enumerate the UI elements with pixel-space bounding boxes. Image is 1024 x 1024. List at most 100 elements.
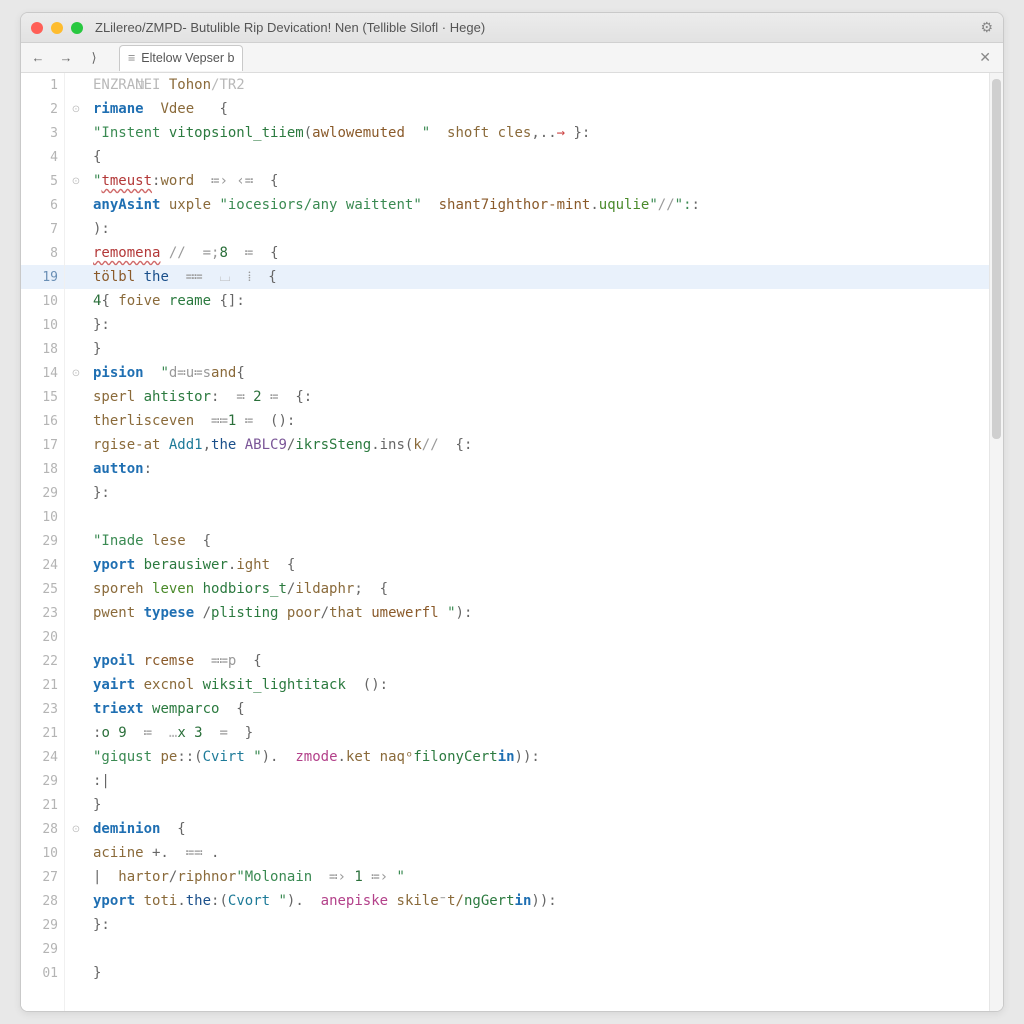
- vertical-scrollbar[interactable]: [989, 73, 1003, 1011]
- line-number: 10: [21, 841, 64, 865]
- code-line[interactable]: {: [87, 145, 989, 169]
- fold-gutter-cell: [65, 193, 87, 217]
- nav-more-button[interactable]: ⟩: [85, 50, 103, 66]
- fold-gutter-cell: [65, 481, 87, 505]
- line-number: 23: [21, 697, 64, 721]
- code-line[interactable]: yport toti.the:(Cvort "). anepiske skile…: [87, 889, 989, 913]
- fold-gutter-cell: [65, 937, 87, 961]
- code-line[interactable]: pwent typese /plisting poor/that umewerf…: [87, 601, 989, 625]
- code-line[interactable]: }: [87, 337, 989, 361]
- code-line[interactable]: "giqust pe::(Cvirt "). zmode.ket naqᵒfil…: [87, 745, 989, 769]
- nav-back-button[interactable]: ←: [29, 50, 47, 65]
- line-number: 3: [21, 121, 64, 145]
- line-number: 24: [21, 553, 64, 577]
- fold-toggle-icon[interactable]: [65, 97, 87, 121]
- line-number: 28: [21, 817, 64, 841]
- code-line[interactable]: triext wemparco {: [87, 697, 989, 721]
- code-line[interactable]: "Inade lese {: [87, 529, 989, 553]
- fold-gutter-cell: [65, 745, 87, 769]
- scrollbar-thumb[interactable]: [992, 79, 1001, 439]
- fold-gutter-cell: [65, 601, 87, 625]
- fold-gutter-cell: [65, 313, 87, 337]
- code-line[interactable]: ENZRANEI Tohon/TR2: [87, 73, 989, 97]
- code-line[interactable]: aciine +. ≔≕ .: [87, 841, 989, 865]
- code-line[interactable]: tölbl the ≕≔ ⌴ ⁞ {: [87, 265, 989, 289]
- code-line[interactable]: }: [87, 793, 989, 817]
- line-number: 18: [21, 457, 64, 481]
- line-number: 29: [21, 769, 64, 793]
- code-line[interactable]: anyAsint uxple "iocesiors/any waittent" …: [87, 193, 989, 217]
- nav-forward-button[interactable]: →: [57, 50, 75, 65]
- fold-gutter-cell: [65, 577, 87, 601]
- line-number: 14: [21, 361, 64, 385]
- fold-toggle-icon[interactable]: [65, 817, 87, 841]
- zoom-window-button[interactable]: [71, 22, 83, 34]
- code-line[interactable]: }:: [87, 481, 989, 505]
- fold-gutter-cell: [65, 73, 87, 97]
- settings-icon[interactable]: ⚙: [980, 19, 993, 36]
- fold-gutter-cell: [65, 913, 87, 937]
- fold-gutter-cell: [65, 385, 87, 409]
- code-line[interactable]: sperl ahtistor: ≕ 2 ≔ {:: [87, 385, 989, 409]
- fold-gutter-cell: [65, 769, 87, 793]
- code-line[interactable]: :o 9 ≔ …x 3 = }: [87, 721, 989, 745]
- code-line[interactable]: ypoil rcemse ≕≔p {: [87, 649, 989, 673]
- code-line[interactable]: yport berausiwer.ight {: [87, 553, 989, 577]
- fold-gutter-cell: [65, 865, 87, 889]
- code-editor[interactable]: 1234567819101018141516171829102924252320…: [21, 73, 1003, 1011]
- line-number: 16: [21, 409, 64, 433]
- code-line[interactable]: remomena // =;8 ≔ {: [87, 241, 989, 265]
- code-line[interactable]: rgise-at Add1,the ABLC9/ikrsSteng.ins(k/…: [87, 433, 989, 457]
- code-line[interactable]: ):: [87, 217, 989, 241]
- line-number: 21: [21, 793, 64, 817]
- line-number: 10: [21, 289, 64, 313]
- fold-toggle-icon[interactable]: [65, 169, 87, 193]
- close-window-button[interactable]: [31, 22, 43, 34]
- code-line[interactable]: pision "d≕u≔sand{: [87, 361, 989, 385]
- code-line[interactable]: [87, 625, 989, 649]
- fold-gutter-cell: [65, 721, 87, 745]
- fold-gutter: [65, 73, 87, 1011]
- code-line[interactable]: [87, 505, 989, 529]
- code-line[interactable]: "Instent vitopsionl_tiiem(awlowemuted " …: [87, 121, 989, 145]
- code-line[interactable]: :|: [87, 769, 989, 793]
- code-line[interactable]: deminion {: [87, 817, 989, 841]
- code-line[interactable]: [87, 937, 989, 961]
- line-number: 2: [21, 97, 64, 121]
- fold-gutter-cell: [65, 961, 87, 985]
- fold-gutter-cell: [65, 697, 87, 721]
- code-line[interactable]: autton:: [87, 457, 989, 481]
- minimize-window-button[interactable]: [51, 22, 63, 34]
- fold-gutter-cell: [65, 265, 87, 289]
- code-line[interactable]: "tmeust:word ≔› ‹≕ {: [87, 169, 989, 193]
- fold-gutter-cell: [65, 121, 87, 145]
- code-line[interactable]: sporeh leven hodbiors_t/ildaphr; {: [87, 577, 989, 601]
- code-line[interactable]: | hartor/riphnor"Molonain ≕› 1 ≔› ": [87, 865, 989, 889]
- fold-gutter-cell: [65, 793, 87, 817]
- code-line[interactable]: 4{ foive reame {]:: [87, 289, 989, 313]
- code-line[interactable]: rimane Vdee {: [87, 97, 989, 121]
- toolbar: ← → ⟩ ≡ Eltelow Vepser b ✕: [21, 43, 1003, 73]
- code-line[interactable]: therlisceven ≕≔1 ≔ ():: [87, 409, 989, 433]
- line-number: 1: [21, 73, 64, 97]
- window-controls: [31, 22, 83, 34]
- fold-gutter-cell: [65, 889, 87, 913]
- fold-toggle-icon[interactable]: [65, 361, 87, 385]
- line-number: 21: [21, 721, 64, 745]
- fold-gutter-cell: [65, 217, 87, 241]
- line-number: 21: [21, 673, 64, 697]
- line-number: 22: [21, 649, 64, 673]
- fold-gutter-cell: [65, 241, 87, 265]
- fold-gutter-cell: [65, 553, 87, 577]
- fold-gutter-cell: [65, 433, 87, 457]
- line-number: 5: [21, 169, 64, 193]
- code-content[interactable]: ◻ ENZRANEI Tohon/TR2 rimane Vdee { "Inst…: [87, 73, 989, 1011]
- tab-close-button[interactable]: ✕: [975, 49, 995, 66]
- titlebar: ZLilereo/ZMPD- Butulible Rip Devication!…: [21, 13, 1003, 43]
- code-line[interactable]: yairt excnol wiksit_lightitack ():: [87, 673, 989, 697]
- bookmark-icon[interactable]: ◻: [135, 77, 149, 91]
- code-line[interactable]: }:: [87, 313, 989, 337]
- code-line[interactable]: }:: [87, 913, 989, 937]
- code-line[interactable]: }: [87, 961, 989, 985]
- editor-tab[interactable]: ≡ Eltelow Vepser b: [119, 45, 243, 71]
